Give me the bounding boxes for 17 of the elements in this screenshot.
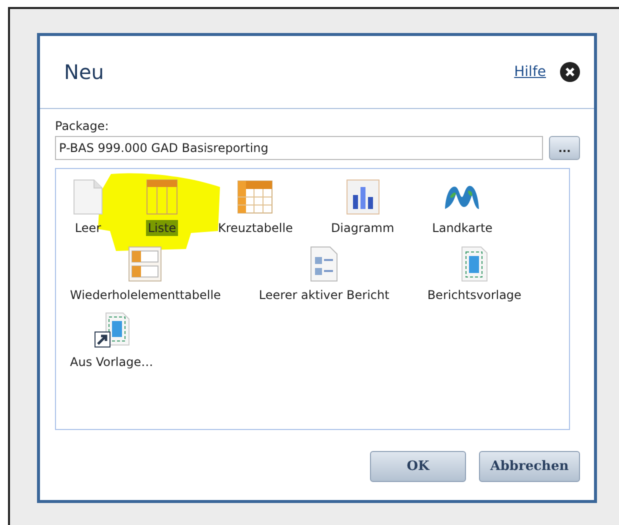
report-type-item[interactable]: Diagramm — [328, 220, 396, 236]
ok-button[interactable]: OK — [370, 451, 466, 482]
report-type-item[interactable]: Leerer aktiver Bericht — [256, 287, 392, 303]
close-icon[interactable] — [560, 62, 580, 82]
dialog-title: Neu — [64, 60, 105, 84]
help-link[interactable]: Hilfe — [514, 64, 546, 80]
report-type-item[interactable]: Liste — [146, 220, 178, 236]
report-type-item[interactable]: Kreuztabelle — [216, 220, 295, 236]
cancel-button[interactable]: Abbrechen — [479, 451, 580, 482]
report-type-item[interactable]: Leer — [72, 220, 104, 236]
report-type-item[interactable]: Landkarte — [430, 220, 495, 236]
package-field[interactable]: P-BAS 999.000 GAD Basisreporting — [55, 136, 543, 160]
package-label: Package: — [55, 119, 110, 133]
report-type-item[interactable]: Berichtsvorlage — [425, 287, 524, 303]
report-type-item[interactable]: Aus Vorlage… — [68, 354, 156, 370]
browse-button[interactable]: ... — [549, 136, 580, 160]
report-type-item[interactable]: Wiederholelementtabelle — [68, 287, 223, 303]
